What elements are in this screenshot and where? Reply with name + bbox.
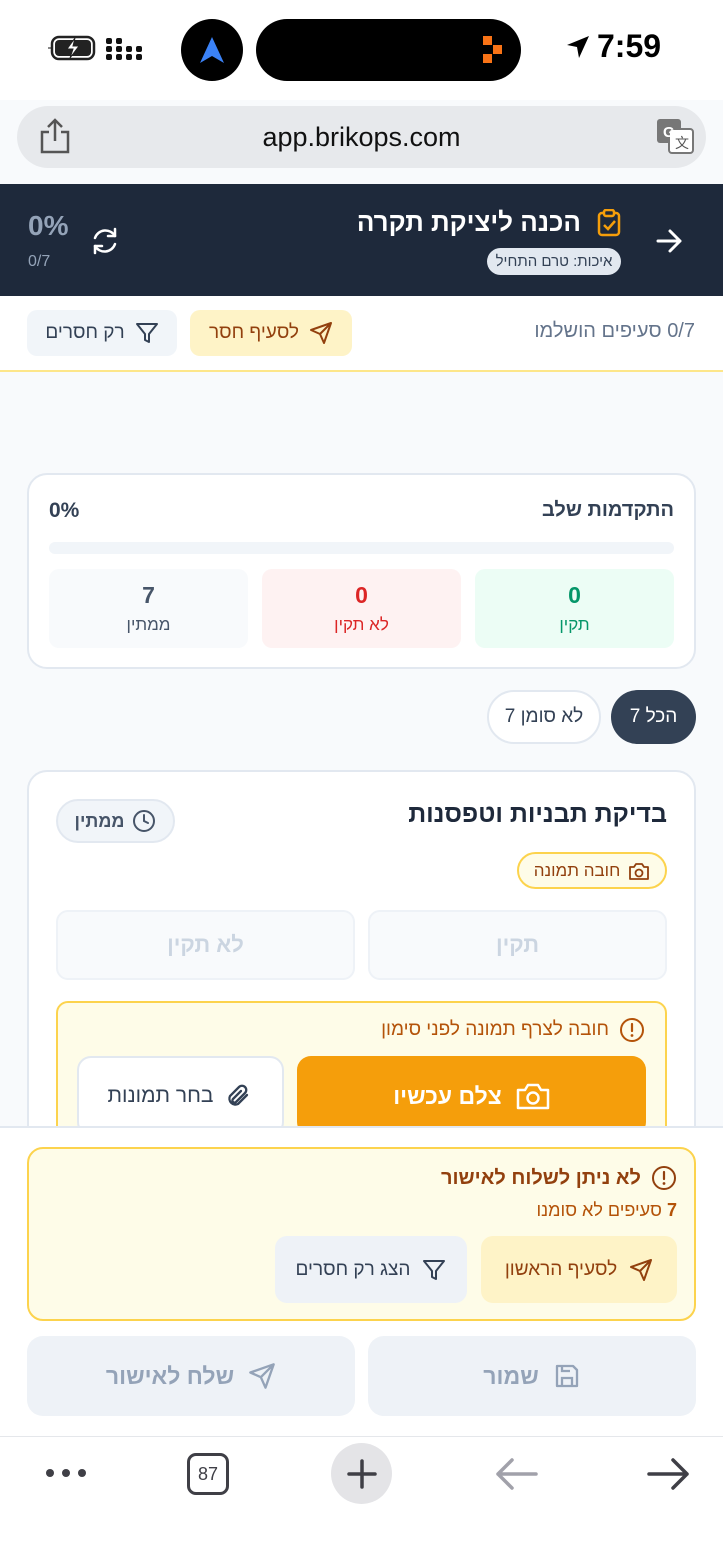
cellular-signal-icon bbox=[106, 38, 142, 60]
photo-required-text: חובה תמונה bbox=[533, 860, 621, 880]
clipboard-check-icon bbox=[597, 209, 621, 237]
alert-circle-icon bbox=[652, 1166, 676, 1190]
more-options-icon[interactable] bbox=[44, 1458, 88, 1488]
cannot-send-text: לא ניתן לשלוח לאישור bbox=[441, 1166, 641, 1189]
time-text: 7:59 bbox=[597, 28, 662, 64]
choose-photos-button[interactable]: בחר תמונות bbox=[77, 1056, 284, 1136]
choose-photos-label: בחר תמונות bbox=[107, 1084, 214, 1107]
translate-icon[interactable]: G 文 bbox=[656, 118, 694, 154]
stat-not-ok: 0 לא תקין bbox=[262, 569, 461, 648]
app-activity-icon bbox=[483, 36, 502, 63]
quality-status-badge: איכות: טרם התחיל bbox=[487, 248, 621, 275]
cannot-send-title: לא ניתן לשלוח לאישור bbox=[441, 1165, 677, 1191]
goto-first-section-label: לסעיף הראשון bbox=[504, 1258, 618, 1280]
page-title: הכנה ליציקת תקרה bbox=[356, 207, 581, 237]
paperclip-icon bbox=[228, 1084, 249, 1106]
progress-bar bbox=[49, 542, 674, 554]
stat-ok: 0 תקין bbox=[475, 569, 674, 648]
filter-all-pill[interactable]: הכל 7 bbox=[611, 690, 696, 744]
mark-not-ok-button[interactable]: לא תקין bbox=[56, 910, 355, 980]
save-label: שמור bbox=[483, 1362, 539, 1389]
send-arrow-icon bbox=[310, 322, 332, 344]
svg-text:文: 文 bbox=[675, 136, 689, 152]
stat-not-ok-label: לא תקין bbox=[334, 615, 389, 634]
send-for-approval-button[interactable]: שלח לאישור bbox=[27, 1336, 355, 1416]
battery-charging-icon bbox=[48, 35, 96, 61]
mark-ok-button[interactable]: תקין bbox=[368, 910, 667, 980]
photo-required-badge: חובה תמונה bbox=[517, 852, 667, 889]
stat-ok-label: תקין bbox=[559, 615, 590, 634]
send-arrow-icon bbox=[630, 1258, 653, 1281]
progress-percent: 0% bbox=[49, 499, 80, 522]
stat-pending: 7 ממתין bbox=[49, 569, 248, 648]
new-tab-button[interactable] bbox=[331, 1443, 392, 1504]
refresh-icon[interactable] bbox=[90, 226, 120, 256]
item-status-badge: ממתין bbox=[56, 799, 175, 843]
alert-circle-icon bbox=[620, 1018, 644, 1042]
sections-completed-text: 0/7 סעיפים הושלמו bbox=[534, 320, 695, 342]
show-only-missing-button[interactable]: הצג רק חסרים bbox=[275, 1236, 467, 1303]
photo-warning-text: חובה לצרף תמונה לפני סימון bbox=[381, 1019, 609, 1040]
goto-missing-button[interactable]: לסעיף חסר bbox=[190, 310, 352, 356]
only-missing-button[interactable]: רק חסרים bbox=[27, 310, 177, 356]
browser-back-icon[interactable] bbox=[494, 1456, 538, 1492]
location-arrow-icon bbox=[567, 35, 589, 58]
take-photo-button[interactable]: צלם עכשיו bbox=[297, 1056, 646, 1136]
clock-icon bbox=[133, 810, 156, 832]
goto-missing-label: לסעיף חסר bbox=[209, 322, 299, 343]
take-photo-label: צלם עכשיו bbox=[393, 1082, 502, 1109]
unmarked-count: 7 bbox=[666, 1200, 677, 1220]
photo-warning: חובה לצרף תמונה לפני סימון bbox=[381, 1017, 645, 1043]
save-disk-icon bbox=[555, 1364, 578, 1388]
plus-icon bbox=[346, 1458, 377, 1489]
share-icon[interactable] bbox=[38, 117, 72, 155]
item-title: בדיקת תבניות וטפסנות bbox=[408, 800, 667, 828]
progress-title: התקדמות שלב bbox=[541, 499, 674, 521]
back-arrow-icon[interactable] bbox=[654, 226, 684, 256]
dynamic-island bbox=[256, 19, 521, 81]
navigation-arrow-icon bbox=[200, 37, 224, 63]
address-bar[interactable]: app.brikops.com bbox=[17, 106, 706, 168]
goto-first-section-button[interactable]: לסעיף הראשון bbox=[481, 1236, 677, 1303]
header-count: 0/7 bbox=[28, 253, 51, 270]
url-text: app.brikops.com bbox=[262, 121, 461, 152]
header-percent: 0% bbox=[28, 210, 69, 241]
unmarked-text: סעיפים לא סומנו bbox=[536, 1200, 662, 1220]
stat-not-ok-value: 0 bbox=[355, 582, 368, 608]
show-only-missing-label: הצג רק חסרים bbox=[295, 1258, 411, 1280]
unmarked-sections-text: 7 סעיפים לא סומנו bbox=[537, 1200, 678, 1221]
stat-pending-value: 7 bbox=[142, 582, 155, 608]
send-for-approval-label: שלח לאישור bbox=[105, 1362, 235, 1389]
filter-unmarked-pill[interactable]: לא סומן 7 bbox=[487, 690, 601, 744]
svg-text:G: G bbox=[663, 124, 675, 141]
filter-icon bbox=[135, 323, 158, 343]
save-button[interactable]: שמור bbox=[368, 1336, 696, 1416]
stat-ok-value: 0 bbox=[568, 582, 581, 608]
tabs-button[interactable]: 87 bbox=[187, 1453, 229, 1495]
status-time: 7:59 bbox=[565, 28, 661, 65]
camera-icon bbox=[516, 1083, 550, 1110]
item-status-text: ממתין bbox=[74, 810, 125, 831]
send-arrow-icon bbox=[249, 1363, 275, 1389]
browser-forward-icon[interactable] bbox=[647, 1456, 691, 1492]
navigation-indicator bbox=[181, 19, 243, 81]
stat-pending-label: ממתין bbox=[126, 615, 171, 634]
filter-icon bbox=[423, 1259, 446, 1280]
only-missing-label: רק חסרים bbox=[45, 322, 125, 343]
camera-icon bbox=[629, 862, 650, 880]
